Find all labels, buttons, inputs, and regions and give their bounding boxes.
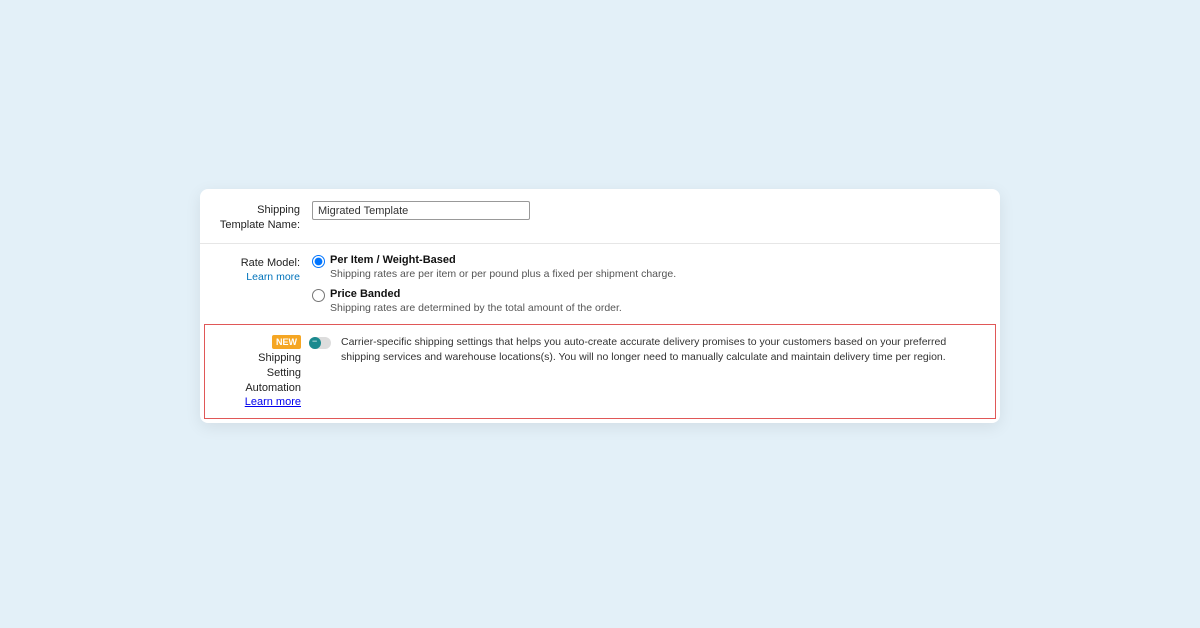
template-name-input[interactable] [312, 201, 530, 220]
shipping-template-panel: Shipping Template Name: Rate Model: Lear… [200, 189, 1000, 422]
rate-model-radio-per-item[interactable] [312, 255, 325, 268]
rate-model-options: Per Item / Weight-Based Shipping rates a… [312, 254, 1000, 314]
rate-model-per-item-desc: Shipping rates are per item or per pound… [330, 268, 676, 280]
automation-label-line1: Shipping [258, 352, 301, 364]
rate-model-label-col: Rate Model: Learn more [200, 254, 312, 314]
automation-label-col: NEW Shipping Setting Automation Learn mo… [205, 335, 309, 408]
rate-model-option-per-item: Per Item / Weight-Based Shipping rates a… [312, 254, 986, 280]
automation-toggle[interactable] [309, 337, 331, 349]
automation-label-line2: Setting [267, 367, 301, 379]
new-badge: NEW [272, 335, 301, 349]
automation-toggle-col [309, 335, 341, 408]
rate-model-learn-more-link[interactable]: Learn more [210, 271, 300, 283]
rate-model-price-banded-label: Price Banded [330, 288, 400, 300]
rate-model-radio-price-banded[interactable] [312, 289, 325, 302]
automation-label: Shipping Setting Automation [213, 351, 301, 396]
template-name-content [312, 201, 1000, 232]
rate-model-per-item-label: Per Item / Weight-Based [330, 254, 456, 266]
rate-model-price-banded-desc: Shipping rates are determined by the tot… [330, 302, 622, 314]
rate-model-option-price-banded: Price Banded Shipping rates are determin… [312, 288, 986, 314]
automation-row: NEW Shipping Setting Automation Learn mo… [204, 324, 996, 419]
template-name-label-col: Shipping Template Name: [200, 201, 312, 232]
template-name-row: Shipping Template Name: [200, 189, 1000, 244]
rate-model-row: Rate Model: Learn more Per Item / Weight… [200, 244, 1000, 324]
automation-label-line3: Automation [245, 382, 301, 394]
automation-description: Carrier-specific shipping settings that … [341, 335, 995, 408]
template-name-label: Shipping Template Name: [210, 203, 300, 232]
automation-learn-more-link[interactable]: Learn more [245, 396, 301, 408]
rate-model-label: Rate Model: [210, 256, 300, 270]
toggle-knob-icon [309, 337, 321, 349]
